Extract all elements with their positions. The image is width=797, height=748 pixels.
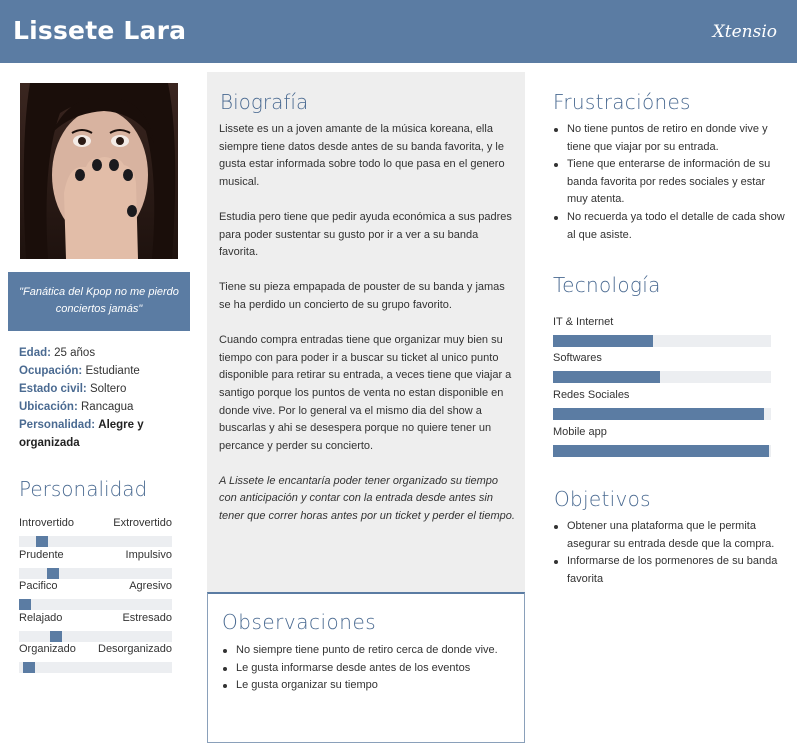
personality-trait-row: Organizado Desorganizado bbox=[19, 643, 172, 673]
tech-skill-bar-track bbox=[553, 445, 771, 457]
persona-info: Edad: 25 años Ocupación: Estudiante Esta… bbox=[19, 344, 189, 452]
tech-skill-bar-fill bbox=[553, 408, 765, 420]
tech-skill-bar-track bbox=[553, 335, 771, 347]
list-item: No siempre tiene punto de retiro cerca d… bbox=[222, 642, 514, 660]
label-estado-civil: Estado civil: bbox=[19, 383, 87, 395]
list-item: Le gusta informarse desde antes de los e… bbox=[222, 660, 514, 678]
personality-trait-row: Relajado Estresado bbox=[19, 612, 172, 642]
quote-text: "Fanática del Kpop no me pierdo conciert… bbox=[19, 286, 179, 315]
tech-skill-row: Softwares bbox=[553, 352, 771, 383]
trait-right-label: Estresado bbox=[122, 612, 172, 624]
tech-skill-bar-fill bbox=[553, 335, 654, 347]
list-item: Le gusta organizar su tiempo bbox=[222, 677, 514, 695]
trait-left-label: Pacifico bbox=[19, 580, 58, 592]
info-ocupacion: Ocupación: Estudiante bbox=[19, 362, 189, 380]
personality-trait-row: Prudente Impulsivo bbox=[19, 549, 172, 579]
trait-labels: Introvertido Extrovertido bbox=[19, 517, 172, 532]
tech-skill-row: IT & Internet bbox=[553, 316, 771, 347]
label-ocupacion: Ocupación: bbox=[19, 365, 83, 377]
trait-slider-track bbox=[19, 599, 172, 610]
trait-right-label: Extrovertido bbox=[113, 517, 172, 529]
bio-paragraph: Cuando compra entradas tiene que organiz… bbox=[219, 334, 512, 452]
tech-skill-bar-fill bbox=[553, 371, 660, 383]
list-item: Obtener una plataforma que le permita as… bbox=[553, 518, 785, 553]
tech-skill-label: Softwares bbox=[553, 352, 602, 364]
list-item: Tiene que enterarse de información de su… bbox=[553, 156, 785, 209]
tech-skill-label: Redes Sociales bbox=[553, 389, 630, 401]
persona-quote: "Fanática del Kpop no me pierdo conciert… bbox=[8, 272, 190, 331]
info-edad: Edad: 25 años bbox=[19, 344, 189, 362]
biografia-text: Lissete es un a joven amante de la músic… bbox=[219, 121, 515, 543]
tech-skill-bar-fill bbox=[553, 445, 769, 457]
personality-trait-row: Introvertido Extrovertido bbox=[19, 517, 172, 547]
info-ubicacion: Ubicación: Rancagua bbox=[19, 398, 189, 416]
trait-labels: Prudente Impulsivo bbox=[19, 549, 172, 564]
persona-photo bbox=[20, 83, 178, 259]
brand-logo: Xtensio bbox=[712, 22, 777, 42]
trait-right-label: Agresivo bbox=[129, 580, 172, 592]
value-ocupacion: Estudiante bbox=[85, 365, 140, 377]
trait-left-label: Organizado bbox=[19, 643, 76, 655]
bio-paragraph-italic: A Lissete le encantaría poder tener orga… bbox=[219, 474, 515, 523]
label-personalidad: Personalidad: bbox=[19, 419, 96, 431]
trait-labels: Relajado Estresado bbox=[19, 612, 172, 627]
list-item: Informarse de los pormenores de su banda… bbox=[553, 553, 785, 588]
observaciones-list: No siempre tiene punto de retiro cerca d… bbox=[222, 642, 514, 695]
trait-right-label: Desorganizado bbox=[98, 643, 172, 655]
trait-slider-thumb bbox=[47, 568, 59, 579]
tech-skill-label: Mobile app bbox=[553, 426, 607, 438]
info-estado-civil: Estado civil: Soltero bbox=[19, 380, 189, 398]
trait-slider-track bbox=[19, 662, 172, 673]
header-bar: Lissete Lara Xtensio bbox=[0, 0, 797, 63]
label-edad: Edad: bbox=[19, 347, 51, 359]
trait-left-label: Introvertido bbox=[19, 517, 75, 529]
info-personalidad: Personalidad: Alegre y organizada bbox=[19, 416, 189, 452]
label-ubicacion: Ubicación: bbox=[19, 401, 78, 413]
value-estado-civil: Soltero bbox=[89, 383, 127, 395]
personalidad-title: Personalidad bbox=[19, 477, 148, 501]
trait-labels: Pacifico Agresivo bbox=[19, 580, 172, 595]
objetivos-list: Obtener una plataforma que le permita as… bbox=[553, 518, 785, 588]
observaciones-title: Observaciones bbox=[222, 610, 377, 634]
tech-skill-row: Redes Sociales bbox=[553, 389, 771, 420]
value-edad: 25 años bbox=[54, 347, 96, 359]
trait-slider-thumb bbox=[19, 599, 31, 610]
trait-slider-track bbox=[19, 536, 172, 547]
bio-paragraph: Lissete es un a joven amante de la músic… bbox=[219, 123, 505, 188]
persona-name: Lissete Lara bbox=[13, 16, 187, 45]
tech-skill-label: IT & Internet bbox=[553, 316, 614, 328]
frustraciones-title: Frustraciónes bbox=[553, 90, 691, 114]
trait-slider-track bbox=[19, 568, 172, 579]
tech-skill-row: Mobile app bbox=[553, 426, 771, 457]
trait-right-label: Impulsivo bbox=[125, 549, 172, 561]
trait-labels: Organizado Desorganizado bbox=[19, 643, 172, 658]
frustraciones-list: No tiene puntos de retiro en donde vive … bbox=[553, 121, 785, 244]
biografia-title: Biografía bbox=[220, 90, 309, 114]
value-ubicacion: Rancagua bbox=[81, 401, 134, 413]
bio-paragraph: Estudia pero tiene que pedir ayuda econó… bbox=[219, 210, 512, 259]
trait-slider-thumb bbox=[50, 631, 62, 642]
trait-left-label: Prudente bbox=[19, 549, 64, 561]
tech-skill-bar-track bbox=[553, 371, 771, 383]
trait-slider-track bbox=[19, 631, 172, 642]
trait-left-label: Relajado bbox=[19, 612, 63, 624]
trait-slider-thumb bbox=[36, 536, 48, 547]
list-item: No recuerda ya todo el detalle de cada s… bbox=[553, 209, 785, 244]
bio-paragraph: Tiene su pieza empapada de pouster de su… bbox=[219, 281, 505, 311]
tech-skill-bar-track bbox=[553, 408, 771, 420]
objetivos-title: Objetivos bbox=[554, 487, 651, 511]
trait-slider-thumb bbox=[23, 662, 35, 673]
personality-trait-row: Pacifico Agresivo bbox=[19, 580, 172, 610]
tecnologia-title: Tecnología bbox=[553, 273, 661, 297]
portrait-photo-icon bbox=[20, 83, 178, 259]
list-item: No tiene puntos de retiro en donde vive … bbox=[553, 121, 785, 156]
